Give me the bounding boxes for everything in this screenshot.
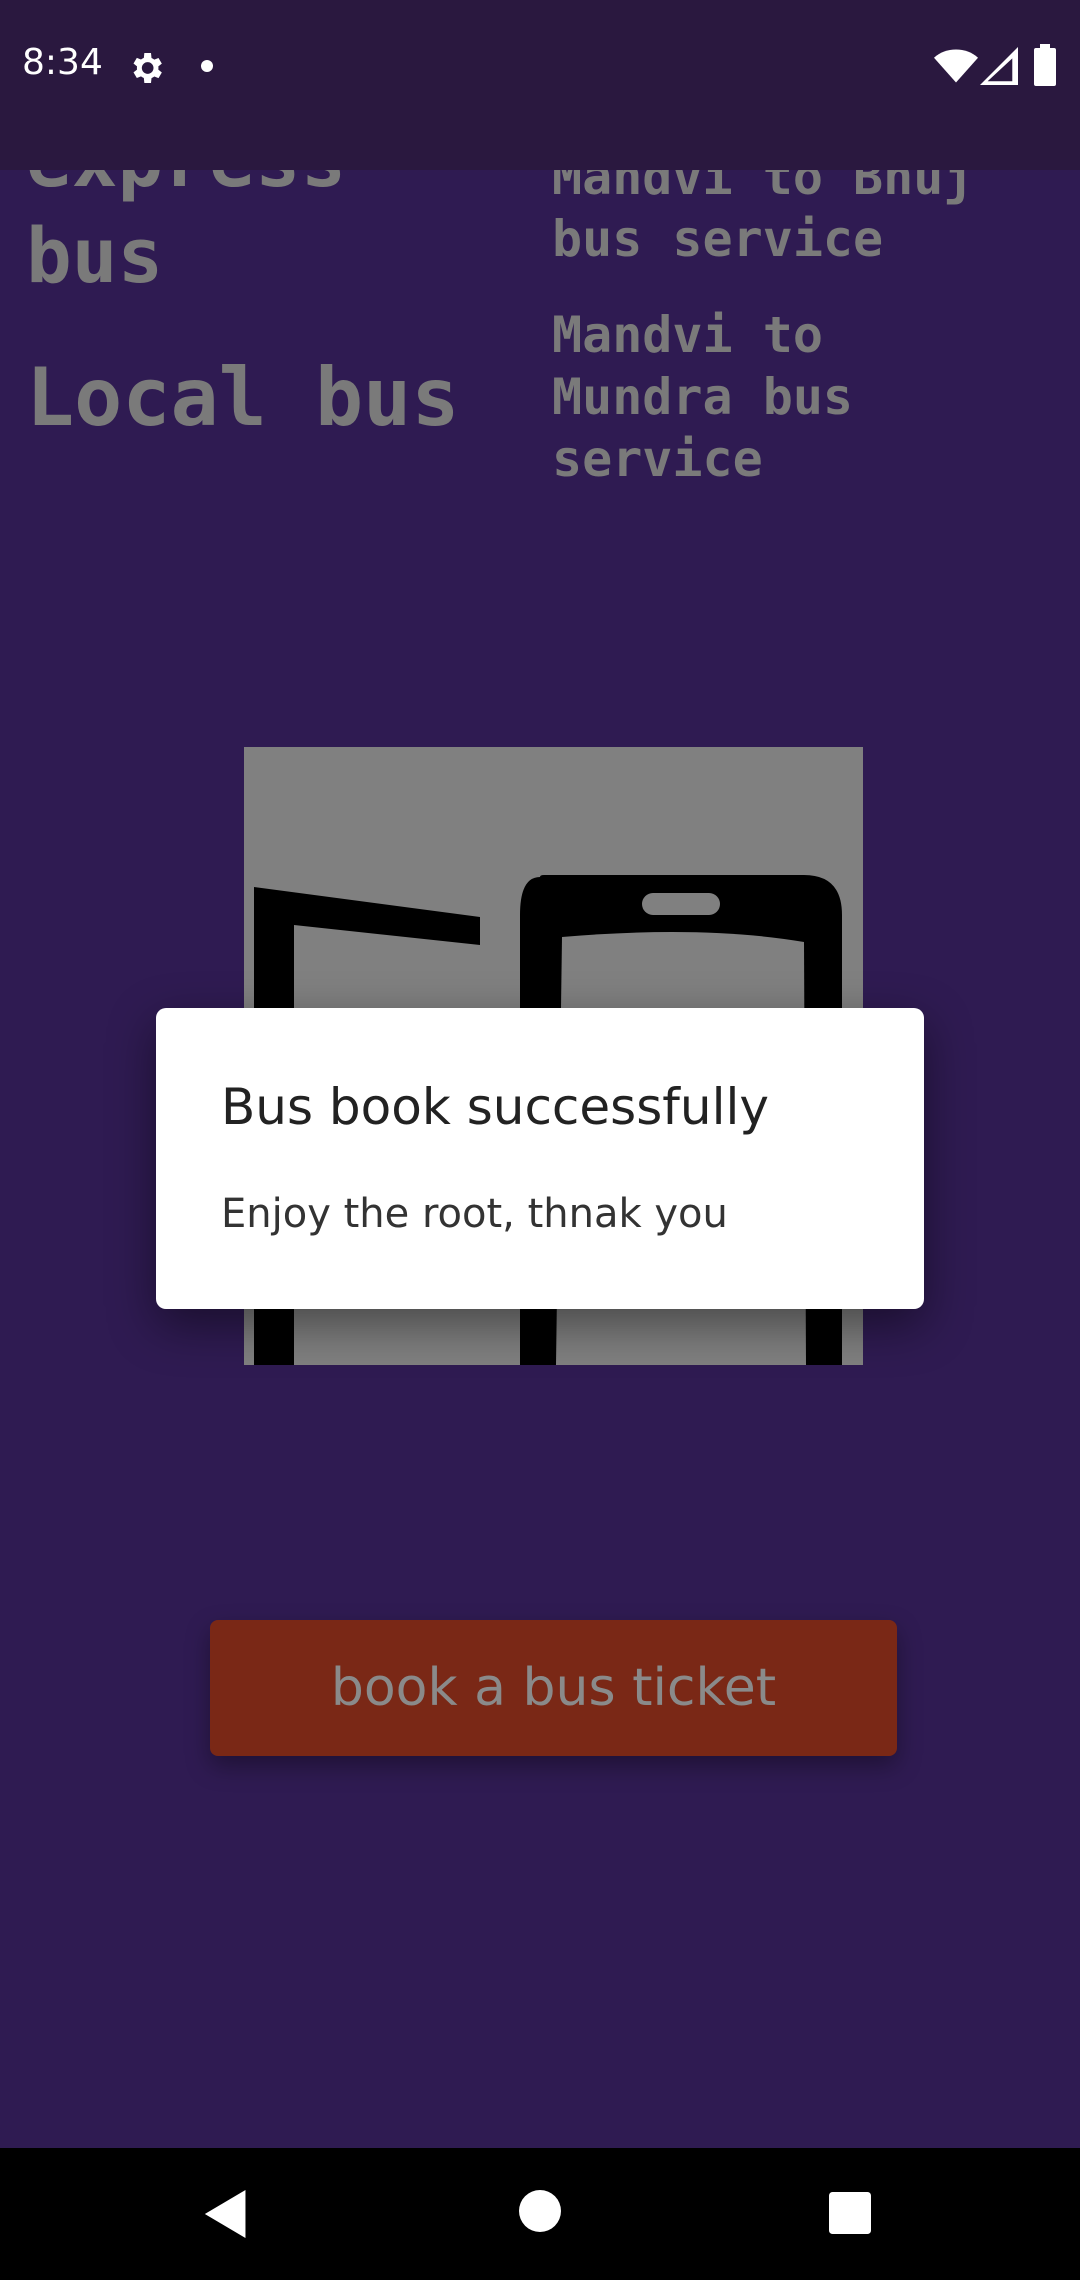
dialog-title: Bus book successfully xyxy=(221,1078,769,1136)
success-dialog: Bus book successfully Enjoy the root, th… xyxy=(156,1008,924,1309)
home-icon[interactable] xyxy=(519,2190,561,2232)
recents-icon[interactable] xyxy=(828,2192,872,2234)
navigation-bar xyxy=(0,2148,1080,2280)
dialog-message: Enjoy the root, thnak you xyxy=(221,1191,728,1237)
back-icon[interactable] xyxy=(204,2190,250,2238)
